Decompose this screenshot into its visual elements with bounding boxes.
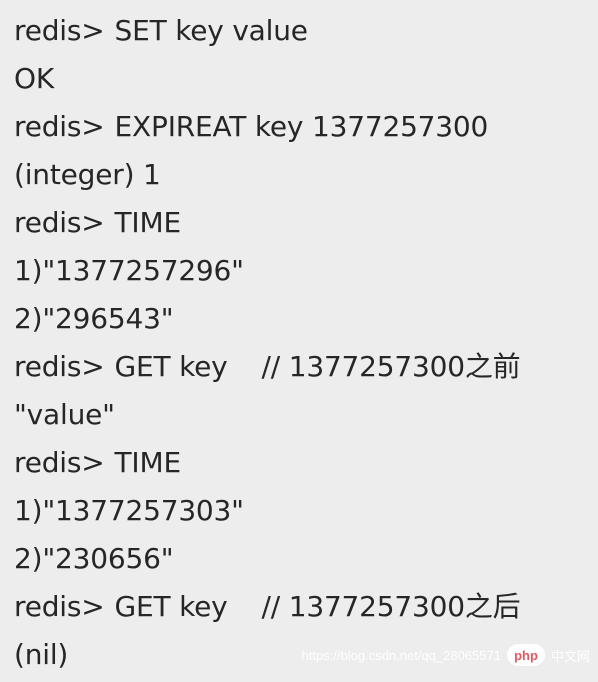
prompt: redis> xyxy=(14,14,105,47)
terminal-line: "value" xyxy=(14,391,592,439)
terminal-line: redis> SET key value xyxy=(14,7,592,55)
command-text: TIME xyxy=(114,446,182,479)
php-logo-icon: php xyxy=(506,644,545,666)
output-text: 2)"230656" xyxy=(14,542,174,575)
output-text: (nil) xyxy=(14,638,69,671)
terminal-line: 1)"1377257303" xyxy=(14,487,592,535)
output-text: (integer) 1 xyxy=(14,158,161,191)
output-text: 2)"296543" xyxy=(14,302,174,335)
comment-text: // 1377257300之前 xyxy=(261,350,521,383)
prompt: redis> xyxy=(14,110,105,143)
prompt: redis> xyxy=(14,350,105,383)
output-text: OK xyxy=(14,62,55,95)
output-text: 1)"1377257303" xyxy=(14,494,244,527)
terminal-line: 2)"230656" xyxy=(14,535,592,583)
terminal-line: redis> GET key // 1377257300之前 xyxy=(14,343,592,391)
terminal-line: 1)"1377257296" xyxy=(14,247,592,295)
terminal-line: redis> TIME xyxy=(14,439,592,487)
terminal-line: redis> TIME xyxy=(14,199,592,247)
terminal-line: OK xyxy=(14,55,592,103)
terminal-line: redis> GET key // 1377257300之后 xyxy=(14,583,592,631)
command-text: EXPIREAT key 1377257300 xyxy=(114,110,489,143)
output-text: 1)"1377257296" xyxy=(14,254,244,287)
command-text: SET key value xyxy=(114,14,308,47)
command-text: TIME xyxy=(114,206,182,239)
terminal-line: redis> EXPIREAT key 1377257300 xyxy=(14,103,592,151)
prompt: redis> xyxy=(14,206,105,239)
comment-text: // 1377257300之后 xyxy=(261,590,521,623)
terminal-line: (integer) 1 xyxy=(14,151,592,199)
command-text: GET key xyxy=(114,590,228,623)
prompt: redis> xyxy=(14,446,105,479)
output-text: "value" xyxy=(14,398,115,431)
prompt: redis> xyxy=(14,590,105,623)
watermark-url: https://blog.csdn.net/qq_28065571 xyxy=(301,647,501,663)
terminal-output: redis> SET key value OK redis> EXPIREAT ke… xyxy=(14,7,592,679)
watermark: https://blog.csdn.net/qq_28065571 php 中文… xyxy=(301,644,590,666)
command-text: GET key xyxy=(114,350,228,383)
terminal-line: 2)"296543" xyxy=(14,295,592,343)
watermark-site-name: 中文网 xyxy=(550,648,590,664)
